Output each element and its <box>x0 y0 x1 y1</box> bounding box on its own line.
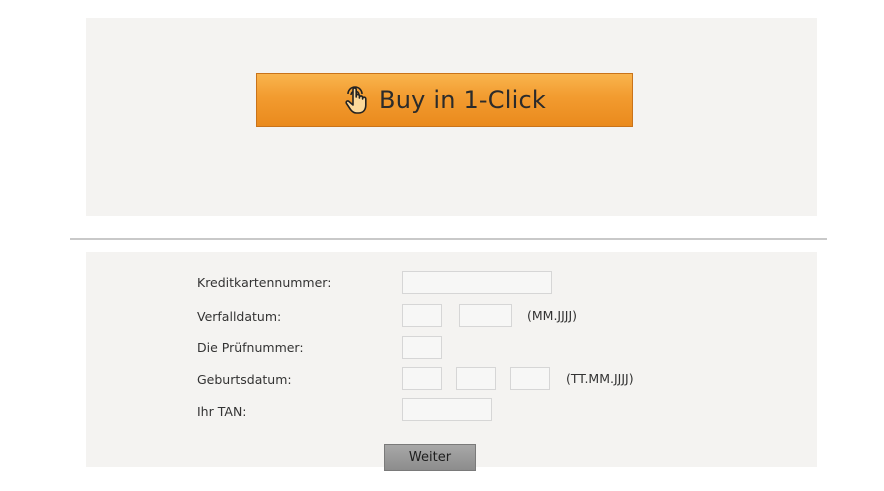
birthdate-year-input[interactable] <box>510 367 550 390</box>
birthdate-month-input[interactable] <box>456 367 496 390</box>
buy-in-one-click-button[interactable]: Buy in 1-Click <box>256 73 633 127</box>
phishing-page: Buy in 1-Click Kreditkartennummer: Verfa… <box>0 0 884 491</box>
birthdate-format-hint: (TT.MM.JJJJ) <box>566 371 634 386</box>
tan-input[interactable] <box>402 398 492 421</box>
buy-button-label: Buy in 1-Click <box>379 86 546 114</box>
expiry-month-input[interactable] <box>402 304 442 327</box>
expiry-format-hint: (MM.JJJJ) <box>527 308 578 323</box>
cvv-label: Die Prüfnummer: <box>197 340 304 355</box>
section-divider <box>70 238 827 240</box>
touch-hand-icon <box>343 85 369 115</box>
card-number-label: Kreditkartennummer: <box>197 275 332 290</box>
expiry-label: Verfalldatum: <box>197 309 282 324</box>
expiry-year-input[interactable] <box>459 304 512 327</box>
continue-button[interactable]: Weiter <box>384 444 476 471</box>
card-number-input[interactable] <box>402 271 552 294</box>
birthdate-label: Geburtsdatum: <box>197 372 292 387</box>
birthdate-day-input[interactable] <box>402 367 442 390</box>
cvv-input[interactable] <box>402 336 442 359</box>
tan-label: Ihr TAN: <box>197 404 247 419</box>
